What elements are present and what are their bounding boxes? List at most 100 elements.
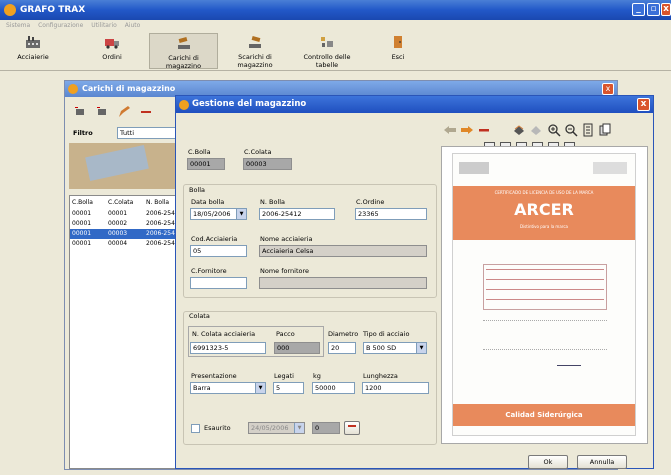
table-row[interactable]: 00001 00002 2006-254	[70, 219, 176, 229]
add-load-icon[interactable]	[73, 105, 87, 119]
delete-minus-icon[interactable]	[139, 105, 153, 119]
annulla-button[interactable]: Annulla	[577, 455, 627, 469]
carichi-filter: Filtro Tutti	[69, 127, 177, 141]
fit-page-icon[interactable]	[581, 123, 595, 137]
bolla-group-label: Bolla	[189, 186, 206, 194]
col-ccolata[interactable]: C.Colata	[108, 198, 146, 208]
lunghezza-field[interactable]: 1200	[362, 382, 429, 394]
cell-cbolla: 00001	[72, 210, 92, 217]
chevron-down-icon[interactable]: ▼	[255, 383, 265, 393]
toolbar-esci-button[interactable]: Esci	[385, 33, 411, 69]
doc-line	[486, 269, 604, 270]
esaurito-minus-button[interactable]	[344, 421, 360, 435]
document-preview-pane[interactable]: CERTIFICADO DE LICENCIA DE USO DE LA MAR…	[441, 146, 648, 444]
edit-pencil-icon[interactable]	[117, 105, 131, 119]
cell-ccolata: 00002	[108, 220, 128, 227]
cbolla-label: C.Bolla	[188, 148, 211, 156]
cell-nbolla: 2006-254	[146, 240, 175, 247]
toolbar-controllo-button[interactable]: Controllo delle tabelle	[292, 33, 362, 69]
table-row[interactable]: 00001 00004 2006-254	[70, 239, 176, 249]
table-row-selected[interactable]: 00001 00003 2006-254	[70, 229, 176, 239]
scan-disabled-icon[interactable]	[529, 123, 543, 137]
c-ordine-label: C.Ordine	[356, 198, 385, 206]
c-ordine-field[interactable]: 23365	[355, 208, 427, 220]
kg-field[interactable]: 50000	[312, 382, 355, 394]
toolbar-acciaierie-label: Acciaierie	[17, 53, 49, 61]
carichi-close-icon[interactable]: x	[602, 83, 614, 95]
nome-acciaieria-value: Acciaieria Celsa	[262, 247, 314, 255]
zoom-out-icon[interactable]	[564, 123, 578, 137]
toolbar-scarichi-button[interactable]: Scarichi di magazzino	[220, 33, 290, 69]
gestione-close-icon[interactable]: x	[637, 98, 650, 111]
n-bolla-field[interactable]: 2006-25412	[259, 208, 335, 220]
data-bolla-value: 18/05/2006	[193, 210, 231, 218]
esaurito-label: Esaurito	[204, 424, 231, 432]
carichi-window-icon	[68, 84, 78, 94]
ccolata-value: 00003	[246, 160, 267, 168]
add-unload-icon[interactable]	[95, 105, 109, 119]
chevron-down-icon[interactable]: ▼	[236, 209, 246, 219]
toolbar-carichi-label: Carichi di magazzino	[165, 54, 202, 70]
toolbar-ordini-button[interactable]: Ordini	[90, 33, 134, 69]
n-colata-field[interactable]: 6991323-5	[190, 342, 266, 354]
diametro-field[interactable]: 20	[328, 342, 356, 354]
presentazione-select[interactable]: Barra ▼	[190, 382, 266, 394]
legati-value: 5	[276, 384, 281, 392]
esaurito-checkbox[interactable]	[191, 424, 200, 433]
data-bolla-date-picker[interactable]: 18/05/2006 ▼	[190, 208, 247, 220]
ok-button[interactable]: Ok	[528, 455, 568, 469]
filter-label: Filtro	[73, 129, 93, 137]
esaurito-date-picker[interactable]: 24/05/2006 ▼	[248, 422, 305, 434]
menu-aiuto[interactable]: Aiuto	[125, 22, 141, 29]
annulla-label: Annulla	[589, 458, 615, 466]
tipo-acciaio-value: B 500 SD	[366, 344, 397, 352]
cell-cbolla: 00001	[72, 220, 92, 227]
arrow-left-icon[interactable]	[443, 123, 457, 137]
kg-value: 50000	[315, 384, 336, 392]
doc-table	[483, 264, 607, 310]
menu-sistema[interactable]: Sistema	[6, 22, 30, 29]
filter-value: Tutti	[120, 129, 135, 137]
c-ordine-value: 23365	[358, 210, 379, 218]
c-fornitore-field[interactable]	[190, 277, 247, 289]
toolbar-acciaierie-button[interactable]: Acciaierie	[8, 33, 58, 69]
close-icon[interactable]: x	[661, 3, 671, 16]
table-row[interactable]: 00001 00001 2006-254	[70, 209, 176, 219]
maximize-icon[interactable]: ▫	[647, 3, 660, 16]
doc-orange-banner: CERTIFICADO DE LICENCIA DE USO DE LA MAR…	[453, 186, 635, 240]
diametro-label: Diametro	[328, 330, 359, 338]
gestione-dialog: Gestione del magazzino x C.Bolla 00001 C…	[175, 95, 654, 469]
arrow-right-icon[interactable]	[460, 123, 474, 137]
cell-nbolla: 2006-254	[146, 220, 175, 227]
legati-field[interactable]: 5	[273, 382, 304, 394]
cod-acciaieria-label: Cod.Acciaieria	[191, 235, 238, 243]
gestione-window-icon	[179, 100, 189, 110]
cell-ccolata: 00003	[108, 230, 128, 237]
n-bolla-value: 2006-25412	[262, 210, 302, 218]
zoom-in-icon[interactable]	[547, 123, 561, 137]
menu-configurazione[interactable]: Configurazione	[38, 22, 83, 29]
cell-ccolata: 00001	[108, 210, 128, 217]
menu-utilitario[interactable]: Utilitario	[91, 22, 117, 29]
chevron-down-icon[interactable]: ▼	[416, 343, 426, 353]
cod-acciaieria-field[interactable]: 05	[190, 245, 247, 257]
doc-line	[486, 279, 604, 280]
ok-label: Ok	[543, 458, 553, 466]
toolbar-controllo-label: Controllo delle tabelle	[303, 53, 351, 69]
doc-header-text: CERTIFICADO DE LICENCIA DE USO DE LA MAR…	[494, 190, 594, 195]
esaurito-date-value: 24/05/2006	[251, 424, 289, 432]
presentazione-value: Barra	[193, 384, 211, 392]
doc-line	[486, 299, 604, 300]
chevron-down-icon[interactable]: ▼	[294, 423, 304, 433]
minus-icon[interactable]	[477, 123, 491, 137]
minimize-icon[interactable]: _	[632, 3, 645, 16]
tipo-acciaio-select[interactable]: B 500 SD ▼	[363, 342, 427, 354]
toolbar-carichi-button[interactable]: Carichi di magazzino	[149, 33, 218, 70]
col-nbolla[interactable]: N. Bolla	[146, 198, 176, 208]
scan-icon[interactable]	[512, 123, 526, 137]
pages-icon[interactable]	[598, 123, 612, 137]
col-cbolla[interactable]: C.Bolla	[72, 198, 107, 208]
cell-nbolla: 2006-254	[146, 230, 175, 237]
filter-select[interactable]: Tutti	[117, 127, 177, 139]
app-window: GRAFO TRAX _ ▫ x Sistema Configurazione …	[0, 0, 671, 475]
